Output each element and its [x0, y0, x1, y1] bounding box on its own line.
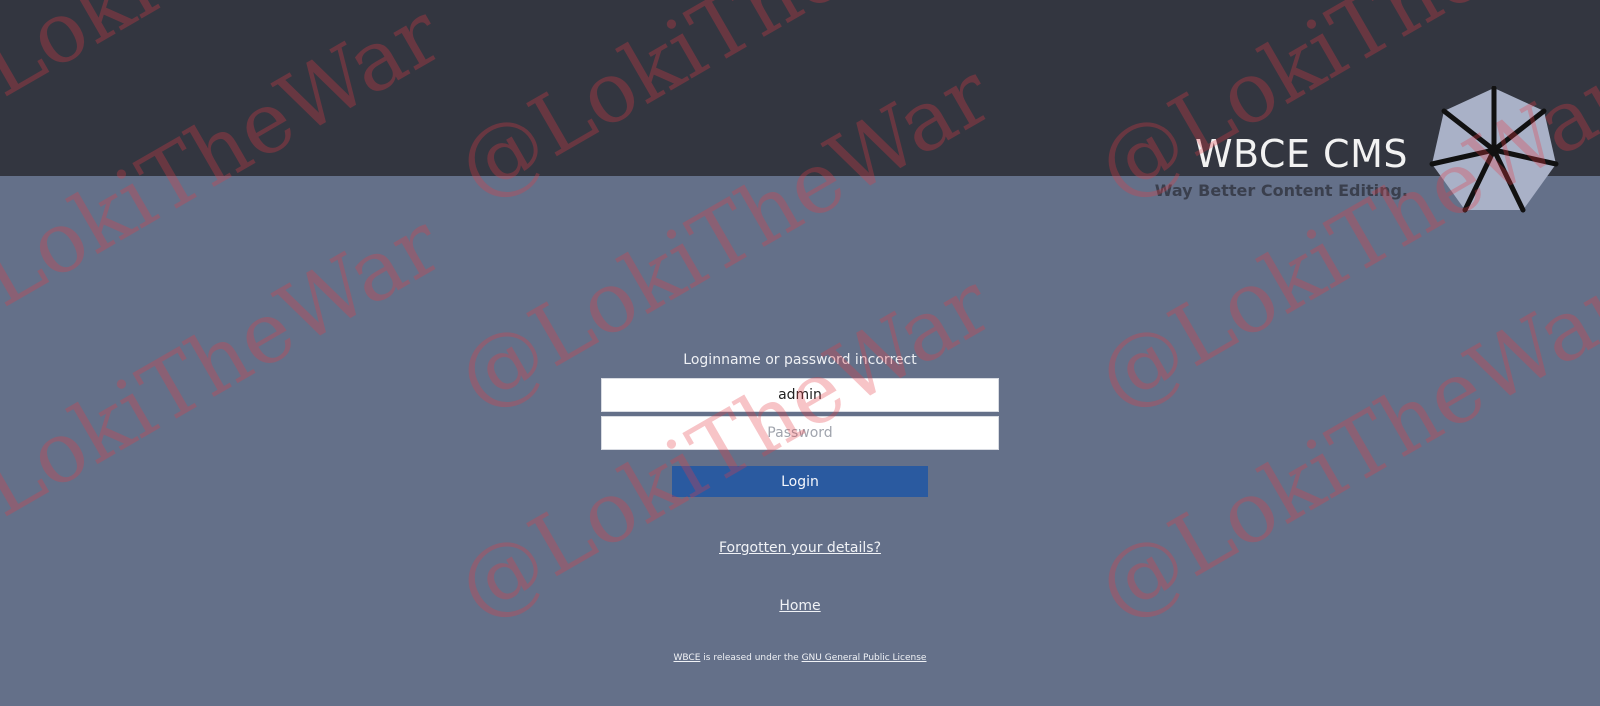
login-error-message: Loginname or password incorrect: [683, 352, 917, 368]
brand-tagline: Way Better Content Editing.: [1154, 181, 1408, 200]
password-input[interactable]: [601, 416, 999, 450]
login-button[interactable]: Login: [672, 466, 928, 497]
wbce-link[interactable]: WBCE: [674, 653, 701, 663]
footer-text: is released under the: [700, 653, 802, 663]
username-input[interactable]: [601, 378, 999, 412]
forgotten-details-link[interactable]: Forgotten your details?: [719, 540, 881, 556]
login-form: Loginname or password incorrect Login Fo…: [0, 350, 1600, 665]
footer-license: WBCE is released under the GNU General P…: [0, 651, 1600, 665]
brand-name: WBCE CMS: [1194, 132, 1408, 176]
brand: WBCE CMS Way Better Content Editing.: [1140, 0, 1600, 215]
gpl-license-link[interactable]: GNU General Public License: [802, 653, 927, 663]
home-link[interactable]: Home: [779, 598, 820, 614]
wbce-logo-icon: [1429, 86, 1559, 213]
